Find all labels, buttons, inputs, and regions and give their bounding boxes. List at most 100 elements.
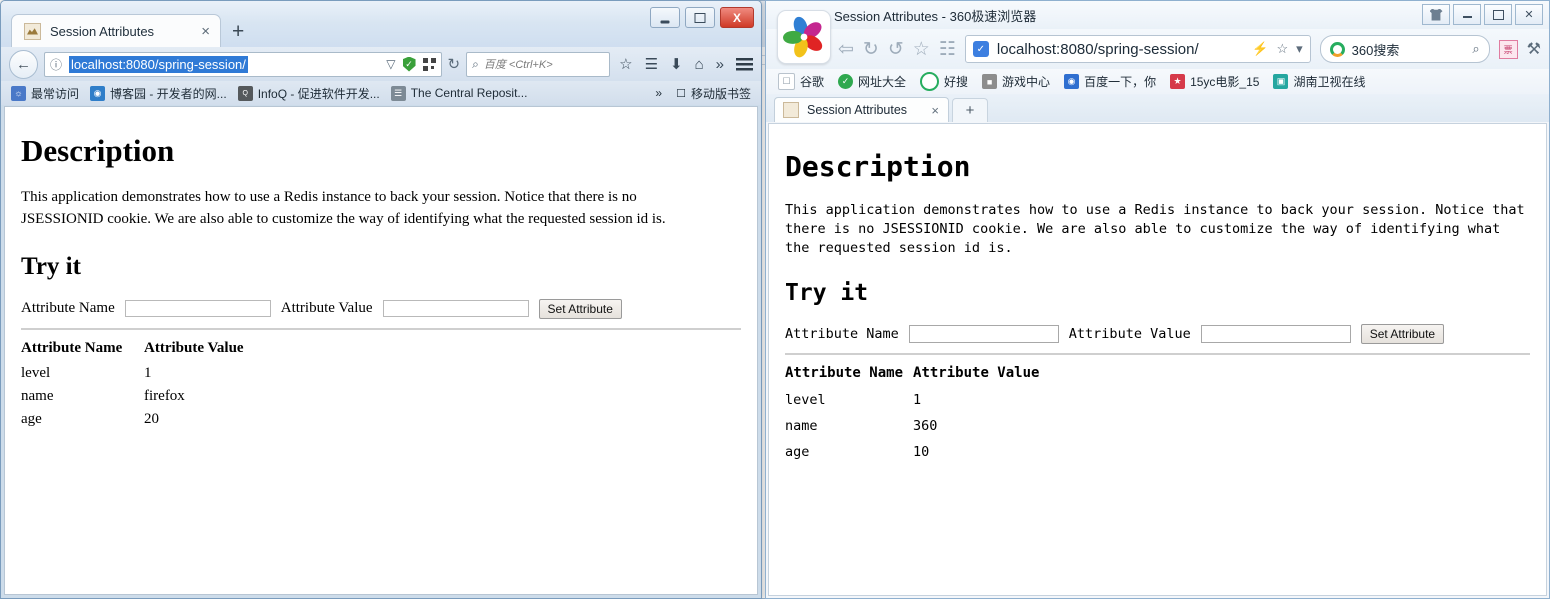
table-row: level 1 [785,387,1049,413]
attribute-name-input[interactable] [124,300,271,317]
attribute-value-input[interactable] [382,300,529,317]
bookmark-infoq[interactable]: Q InfoQ - 促进软件开发... [235,85,383,102]
description-paragraph: This application demonstrates how to use… [21,189,666,227]
firefox-window[interactable]: Session Attributes × + X ← ⓘ localhost:8… [0,0,762,599]
new-tab-button[interactable]: + [232,21,244,42]
search-placeholder: 百度 <Ctrl+K> [483,59,553,71]
section-heading-try-it: Try it [21,252,81,280]
page-icon: ☐ [778,73,795,90]
skin-button[interactable] [1422,4,1450,25]
set-attribute-button[interactable]: Set Attribute [1360,323,1445,344]
close-button[interactable]: ✕ [1515,4,1543,25]
back-button[interactable]: ← [9,49,38,79]
firefox-window-buttons[interactable]: X [650,7,754,28]
attribute-value-input[interactable] [1200,324,1351,343]
search-input[interactable]: 360搜索 ⌕ [1319,35,1490,63]
firefox-tab-strip[interactable]: Session Attributes × + [11,14,244,47]
bookmark-hao360[interactable]: ✓ 网址大全 [835,73,909,90]
minimize-button[interactable] [650,7,680,28]
bookmarks-overflow-icon[interactable]: » [655,86,668,100]
set-attribute-button[interactable]: Set Attribute [538,298,622,319]
column-header-attribute-name: Attribute Name [21,339,123,356]
reader-icon[interactable]: ☰ [642,57,661,72]
attribute-form[interactable]: Attribute Name Attribute Value Set Attri… [785,323,1530,344]
bookmark-label: 15yc电影_15 [1190,75,1260,89]
home-icon[interactable]: ⌂ [692,57,707,72]
browser360-titlebar[interactable]: Session Attributes - 360极速浏览器 ✕ [766,1,1549,29]
minimize-button[interactable] [1453,4,1481,25]
hao360-icon: ✓ [838,74,854,89]
table-header-row: Attribute Name Attribute Value [21,340,262,362]
bookmark-star-icon[interactable]: ☆ [616,57,635,72]
cell-attribute-value: 20 [144,410,159,427]
firefox-tab-session-attributes[interactable]: Session Attributes × [11,14,221,47]
browser360-page-viewport: Description This application demonstrate… [768,123,1547,596]
bookmark-star-icon[interactable]: ☆ [1276,41,1288,57]
browser360-tab-strip[interactable]: Session Attributes × + [766,94,1549,122]
attribute-name-input[interactable] [908,324,1059,343]
session-attributes-page-firefox: Description This application demonstrate… [5,107,757,443]
close-icon[interactable]: × [187,24,210,39]
lightning-icon[interactable]: ⚡ [1252,41,1268,57]
close-icon[interactable]: × [921,104,939,117]
page-favicon-icon [24,22,41,40]
firefox-titlebar[interactable]: Session Attributes × + X [1,1,761,47]
attribute-form[interactable]: Attribute Name Attribute Value Set Attri… [21,298,741,319]
gamepad-icon: ■ [982,74,998,89]
maximize-button[interactable] [685,7,715,28]
url-text[interactable]: localhost:8080/spring-session/ [69,55,248,73]
undo-icon[interactable]: ↺ [888,40,904,59]
search-input[interactable]: ⌕ 百度 <Ctrl+K> [466,51,611,77]
firefox-page-viewport: Description This application demonstrate… [4,106,758,595]
browser360-window-buttons[interactable]: ✕ [1422,4,1543,25]
bookmark-baidu[interactable]: ◉ 百度一下，你 [1061,73,1159,90]
search-icon[interactable]: ⌕ [1472,41,1479,57]
identity-info-icon[interactable]: ⓘ [50,56,62,73]
extension-icon[interactable]: 票 [1498,39,1518,59]
bookmark-most-visited[interactable]: ☼ 最常访问 [8,85,82,102]
reload-icon[interactable]: ↻ [448,55,461,73]
favorite-star-icon[interactable]: ☆ [913,40,930,59]
column-header-attribute-value: Attribute Value [144,339,244,356]
downloads-icon[interactable]: ⬇ [667,57,686,72]
chevron-down-icon[interactable]: ▾ [1296,41,1303,57]
session-attributes-page-360: Description This application demonstrate… [769,124,1546,477]
browser360-window[interactable]: Session Attributes - 360极速浏览器 ✕ ⇦ ↻ ↺ ☆ … [765,0,1550,599]
firefox-navigation-toolbar[interactable]: ← ⓘ localhost:8080/spring-session/ ▽ ✓ ↻… [1,47,761,81]
back-icon[interactable]: ⇦ [838,40,854,59]
address-bar[interactable]: ⓘ localhost:8080/spring-session/ ▽ ✓ [44,51,442,77]
new-tab-button[interactable]: + [952,98,988,122]
browser360-bookmarks-bar[interactable]: ☐ 谷歌 ✓ 网址大全 好搜 ■ 游戏中心 ◉ 百度一下，你 ★ 15yc电影_… [766,69,1549,94]
column-header-attribute-value: Attribute Value [913,364,1040,381]
firefox-bookmarks-bar[interactable]: ☼ 最常访问 ◉ 博客园 - 开发者的网... Q InfoQ - 促进软件开发… [1,81,761,105]
address-bar[interactable]: ✓ localhost:8080/spring-session/ ⚡ ☆ ▾ [964,35,1311,63]
chevron-down-icon[interactable]: ▽ [386,57,395,71]
browser360-tab-session-attributes[interactable]: Session Attributes × [774,97,949,122]
qr-icon[interactable] [422,57,436,71]
maximize-button[interactable] [1484,4,1512,25]
bookmark-hunan-tv[interactable]: ▣ 湖南卫视在线 [1270,73,1368,90]
menu-hamburger-icon[interactable] [736,57,753,71]
table-header-row: Attribute Name Attribute Value [785,365,1049,387]
360-o-logo-icon [1329,41,1345,57]
bookmark-google[interactable]: ☐ 谷歌 [775,73,827,90]
cell-attribute-name: level [785,391,826,408]
tab-label: Session Attributes [50,23,155,39]
window-title: Session Attributes - 360极速浏览器 [834,8,1037,24]
bookmark-mobile[interactable]: ☐ 移动版书签 [673,85,754,102]
bookmark-cnblogs[interactable]: ◉ 博客园 - 开发者的网... [87,85,230,102]
reload-icon[interactable]: ↻ [863,40,879,59]
bookmark-haosou[interactable]: 好搜 [917,72,971,91]
bookmark-game-center[interactable]: ■ 游戏中心 [979,73,1053,90]
close-button[interactable]: X [720,7,754,28]
shield-icon[interactable]: ✓ [402,56,416,72]
url-text[interactable]: localhost:8080/spring-session/ [997,41,1199,58]
apps-grid-icon[interactable]: ☷ [939,40,956,59]
bookmark-central-repository[interactable]: ☰ The Central Reposit... [388,85,531,101]
attribute-value-label: Attribute Value [280,300,373,316]
tools-wrench-icon[interactable]: ⚒ [1527,39,1541,59]
browser360-navigation-toolbar[interactable]: ⇦ ↻ ↺ ☆ ☷ ✓ localhost:8080/spring-sessio… [766,29,1549,69]
overflow-icon[interactable]: » [713,57,727,72]
bookmark-15yc-movie[interactable]: ★ 15yc电影_15 [1167,73,1262,90]
attribute-name-label: Attribute Name [785,325,899,342]
